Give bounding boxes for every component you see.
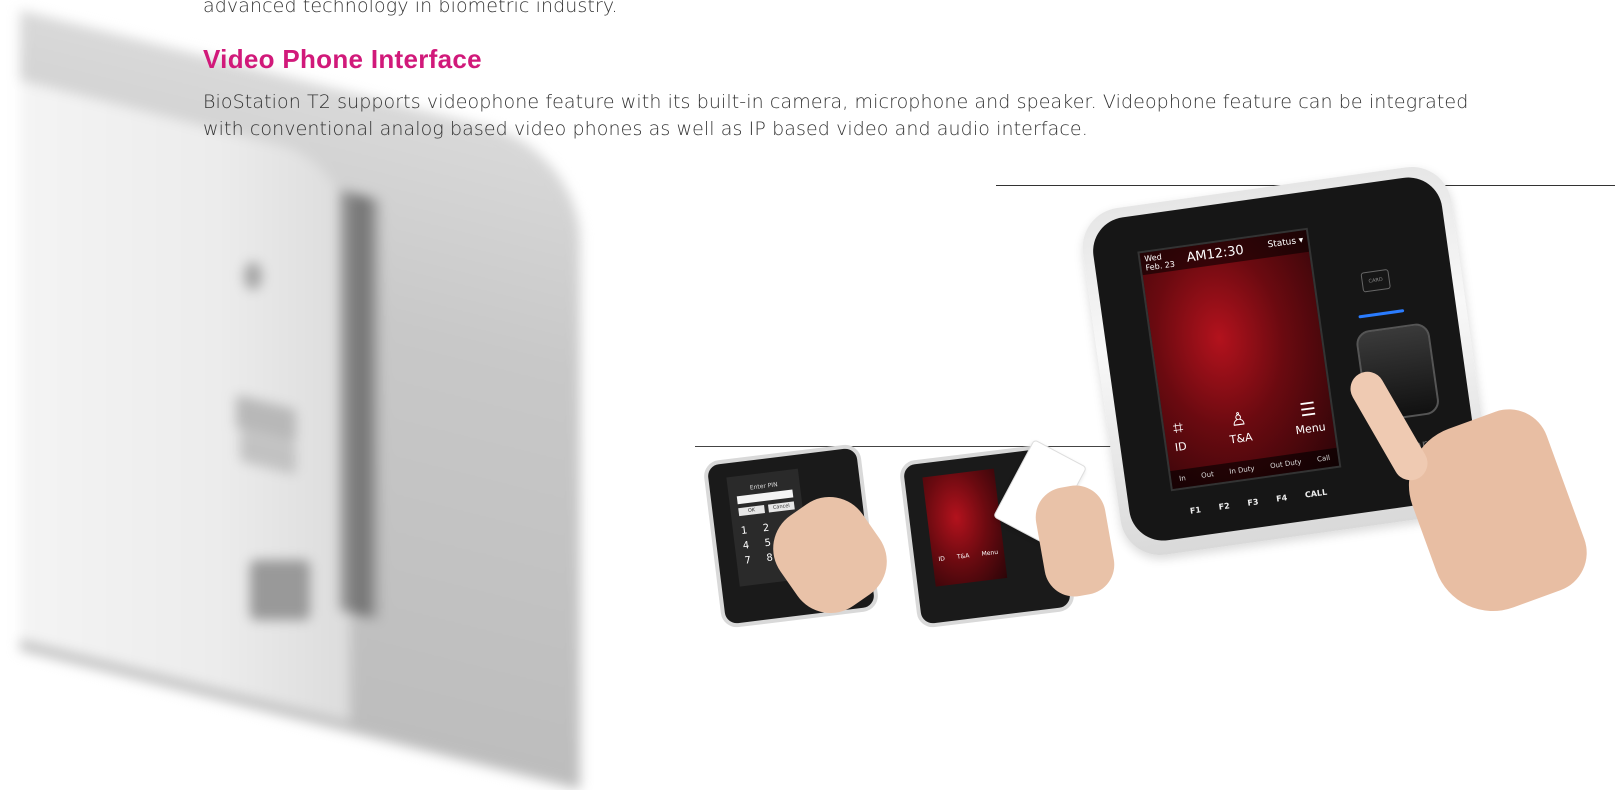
background-device-sensor — [244, 262, 262, 290]
screen-menu-label: Menu — [981, 548, 999, 558]
keypad-hand-icon: ⌗ — [1171, 417, 1185, 440]
screen-menu-id: ⌗ ID — [1171, 417, 1188, 454]
screen-menu-row: ⌗ ID ♙ T&A ☰ Menu — [1171, 397, 1327, 454]
status-led — [1358, 309, 1405, 319]
screen-menu-label: Menu — [1294, 420, 1327, 438]
card-reader-label: CARD — [1360, 268, 1391, 293]
section-body: BioStation T2 supports videophone featur… — [203, 91, 1469, 140]
screen-function-row: In Out In Duty Out Duty Call — [1170, 447, 1340, 490]
hard-key: F1 — [1189, 505, 1202, 516]
device-screen: ID T&A Menu — [922, 468, 1008, 587]
device-hard-keys: F1 F2 F3 F4 CALL — [1189, 488, 1327, 516]
screen-menu-row: ID T&A Menu — [938, 549, 998, 563]
hard-key: CALL — [1304, 487, 1328, 500]
list-icon: ☰ — [1298, 398, 1318, 422]
pin-cancel-button: Cancel — [767, 501, 795, 513]
screen-menu-label: ID — [1174, 439, 1188, 455]
hard-key: F4 — [1275, 493, 1288, 504]
background-device-panel — [250, 560, 310, 620]
screen-menu-ta: ♙ T&A — [1226, 408, 1254, 447]
screen-date: Wed Feb. 23 — [1144, 251, 1176, 272]
screen-menu-label: ID — [938, 555, 946, 564]
intro-text-tail: advanced technology in biometric industr… — [203, 0, 618, 17]
screen-menu-label: T&A — [1228, 430, 1254, 447]
screen-func-key: Call — [1316, 453, 1331, 464]
pin-dialog-buttons: OK Cancel — [738, 501, 795, 517]
background-device-face — [20, 80, 350, 723]
screen-func-key: In — [1178, 474, 1187, 483]
hard-key: F3 — [1246, 497, 1260, 508]
keypad-key: 1 — [740, 525, 749, 538]
screen-menu-menu: ☰ Menu — [1292, 397, 1327, 437]
screen-func-key: Out — [1200, 470, 1215, 480]
screen-func-key: Out Duty — [1269, 457, 1303, 471]
pin-ok-button: OK — [738, 505, 766, 517]
user-clock-icon: ♙ — [1229, 408, 1248, 432]
hard-key: F2 — [1218, 501, 1231, 512]
device-screen: Wed Feb. 23 AM12:30 Status ▾ ⌗ ID ♙ T&A — [1137, 227, 1342, 492]
screen-func-key: In Duty — [1228, 464, 1256, 476]
screen-time: AM12:30 — [1185, 242, 1245, 266]
screen-status-bar: Wed Feb. 23 AM12:30 Status ▾ — [1139, 229, 1310, 276]
keypad-key: 7 — [744, 555, 752, 567]
section-title: Video Phone Interface — [203, 44, 482, 74]
background-device-bezel — [340, 190, 380, 620]
screen-status: Status ▾ — [1266, 235, 1305, 251]
screen-menu-label: T&A — [956, 552, 970, 561]
keypad-key: 4 — [742, 540, 750, 552]
